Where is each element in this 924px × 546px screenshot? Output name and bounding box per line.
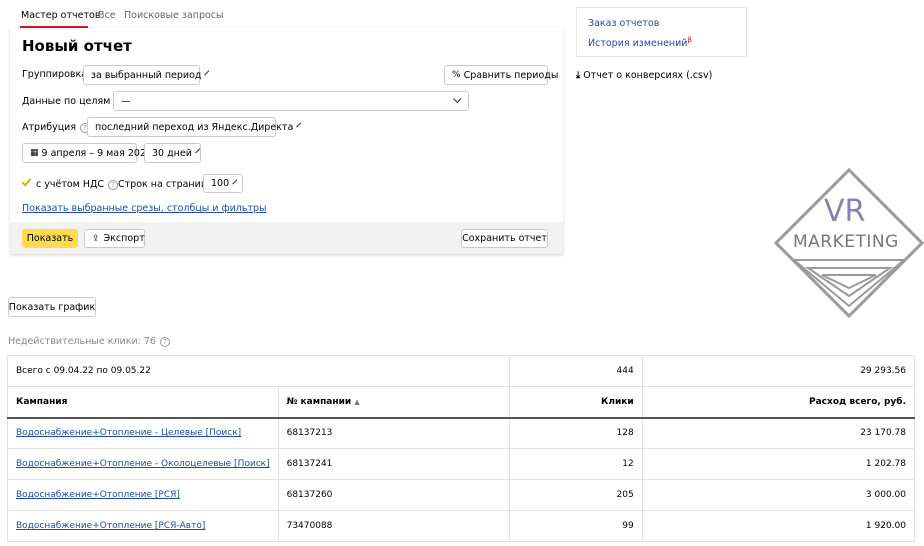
clicks-cell: 205 bbox=[509, 479, 643, 511]
cost-cell: 23 170.78 bbox=[641, 417, 916, 449]
vr-marketing-logo: VR MARKETING bbox=[773, 167, 924, 319]
rows-per-page-select[interactable]: 100 bbox=[203, 174, 243, 193]
show-chart-button[interactable]: Показать график bbox=[8, 297, 96, 317]
attribution-select[interactable]: последний переход из Яндекс.Директа bbox=[87, 117, 302, 137]
campaign-id: 73470088 bbox=[277, 510, 511, 542]
help-icon[interactable]: ? bbox=[159, 336, 170, 347]
header-row: Кампания № кампании ▲ Клики Расход всего… bbox=[7, 386, 916, 419]
campaign-link[interactable]: Водоснабжение+Отопление - Целевые [Поиск… bbox=[16, 428, 241, 438]
period-select[interactable]: 30 дней bbox=[144, 143, 201, 163]
report-table: Всего с 09.04.22 по 09.05.22 444 29 293.… bbox=[6, 355, 916, 542]
compare-icon: % bbox=[452, 70, 461, 80]
grouping-select[interactable]: за выбранный период bbox=[83, 65, 210, 85]
tab-all[interactable]: Все bbox=[98, 10, 116, 21]
download-icon: ⤓ bbox=[576, 70, 581, 81]
date-range-picker[interactable]: ▦ 9 апреля – 9 мая 2022 bbox=[22, 143, 152, 163]
chevron-down-icon bbox=[453, 94, 462, 104]
compare-periods-label: Сравнить периоды bbox=[463, 69, 559, 81]
calendar-icon: ▦ bbox=[30, 148, 39, 158]
report-form-card bbox=[10, 28, 563, 254]
cost-cell: 1 202.78 bbox=[641, 448, 916, 480]
campaign-link[interactable]: Водоснабжение+Отопление - Околоцелевые [… bbox=[16, 459, 270, 469]
chevron-down-icon bbox=[232, 178, 238, 184]
header-cost[interactable]: Расход всего, руб. bbox=[641, 386, 916, 419]
page-title: Новый отчет bbox=[22, 37, 132, 55]
order-reports-link[interactable]: Заказ отчетов bbox=[588, 18, 659, 29]
goals-select[interactable]: — bbox=[113, 91, 469, 111]
conversions-csv-link[interactable]: ⤓ Отчет о конверсиях (.csv) bbox=[576, 70, 712, 81]
logo-vr-text: VR bbox=[824, 194, 866, 229]
attribution-value: последний переход из Яндекс.Директа bbox=[95, 121, 294, 133]
campaign-id: 68137213 bbox=[277, 417, 511, 449]
grouping-value: за выбранный период bbox=[91, 69, 202, 81]
side-links-panel bbox=[576, 7, 747, 57]
compare-periods-button[interactable]: % Сравнить периоды bbox=[444, 65, 558, 85]
tab-report-wizard[interactable]: Мастер отчетов bbox=[21, 10, 100, 21]
export-icon: ⇪ bbox=[92, 233, 100, 244]
goals-label: Данные по целям? bbox=[22, 96, 125, 107]
goals-value: — bbox=[121, 95, 131, 107]
total-cost: 29 293.56 bbox=[641, 355, 916, 387]
show-slices-link[interactable]: Показать выбранные срезы, столбцы и филь… bbox=[22, 203, 267, 214]
clicks-cell: 99 bbox=[509, 510, 643, 542]
header-campaign[interactable]: Кампания bbox=[7, 386, 279, 419]
clicks-cell: 128 bbox=[509, 417, 643, 449]
vat-checkbox[interactable] bbox=[21, 176, 33, 189]
table-row: Водоснабжение+Отопление [РСЯ-Авто] 73470… bbox=[7, 510, 916, 542]
tab-search-queries[interactable]: Поисковые запросы bbox=[124, 10, 224, 21]
total-label: Всего с 09.04.22 по 09.05.22 bbox=[6, 355, 511, 387]
clicks-cell: 12 bbox=[509, 448, 643, 480]
total-clicks: 444 bbox=[509, 355, 643, 387]
date-range-value: 9 апреля – 9 мая 2022 bbox=[41, 147, 153, 159]
table-row: Водоснабжение+Отопление - Целевые [Поиск… bbox=[7, 417, 916, 449]
rows-per-page-label: Строк на странице bbox=[118, 179, 214, 190]
campaign-id: 68137260 bbox=[277, 479, 511, 511]
checkmark-icon bbox=[21, 176, 32, 187]
vat-label: с учётом НДС? bbox=[36, 179, 119, 190]
show-button[interactable]: Показать bbox=[22, 229, 78, 248]
header-campaign-no[interactable]: № кампании ▲ bbox=[277, 386, 511, 419]
chevron-down-icon bbox=[195, 148, 201, 154]
change-history-link[interactable]: История измененийβ bbox=[588, 36, 692, 49]
help-icon[interactable]: ? bbox=[108, 179, 119, 190]
attribution-label: Атрибуция? bbox=[22, 122, 91, 133]
cost-cell: 1 920.00 bbox=[641, 510, 916, 542]
cost-cell: 3 000.00 bbox=[641, 479, 916, 511]
table-row: Водоснабжение+Отопление - Околоцелевые [… bbox=[7, 448, 916, 480]
rows-per-page-value: 100 bbox=[211, 178, 230, 189]
grouping-label: Группировка bbox=[22, 69, 88, 80]
save-report-button[interactable]: Сохранить отчет bbox=[461, 229, 548, 248]
beta-badge: β bbox=[687, 36, 692, 44]
sort-asc-icon: ▲ bbox=[354, 397, 360, 406]
campaign-id: 68137241 bbox=[277, 448, 511, 480]
header-clicks[interactable]: Клики bbox=[509, 386, 643, 419]
total-row: Всего с 09.04.22 по 09.05.22 444 29 293.… bbox=[6, 355, 916, 387]
invalid-clicks: Недействительные клики: 76? bbox=[8, 336, 170, 347]
logo-marketing-text: MARKETING bbox=[793, 232, 899, 252]
period-value: 30 дней bbox=[152, 147, 192, 159]
campaign-link[interactable]: Водоснабжение+Отопление [РСЯ-Авто] bbox=[16, 521, 205, 531]
campaign-link[interactable]: Водоснабжение+Отопление [РСЯ] bbox=[16, 490, 180, 500]
export-label: Экспорт bbox=[103, 233, 145, 244]
table-row: Водоснабжение+Отопление [РСЯ] 68137260 2… bbox=[7, 479, 916, 511]
export-button[interactable]: ⇪ Экспорт bbox=[84, 229, 145, 248]
